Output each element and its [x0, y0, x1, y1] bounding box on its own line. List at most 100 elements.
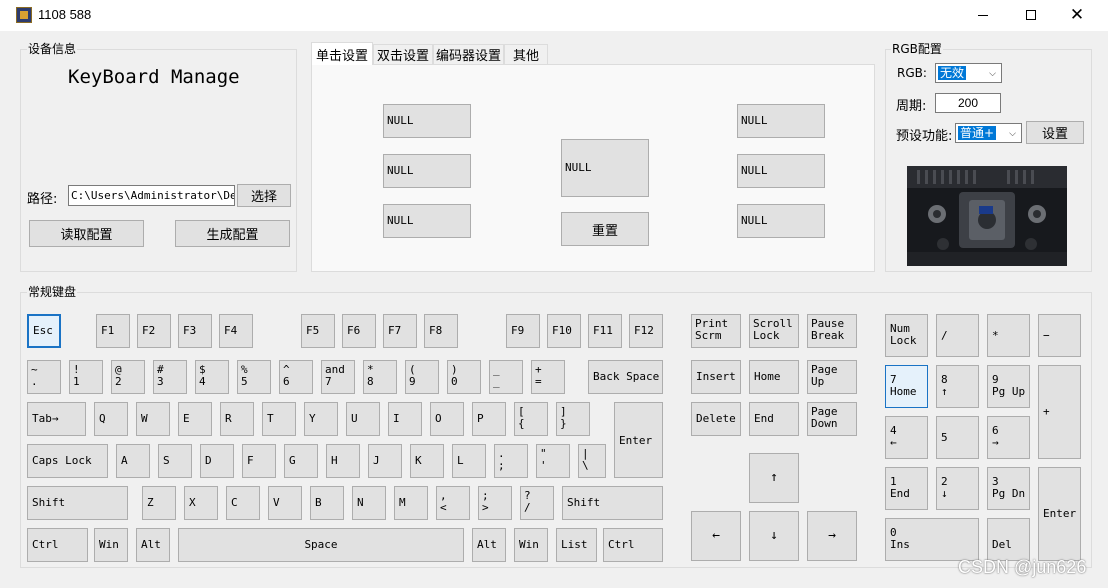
key-num-enter[interactable]: Enter [1038, 467, 1081, 561]
key-f11[interactable]: F11 [588, 314, 622, 348]
key-2[interactable]: @ 2 [111, 360, 145, 394]
key-list[interactable]: List [556, 528, 597, 562]
key-3[interactable]: # 3 [153, 360, 187, 394]
key-7[interactable]: and 7 [321, 360, 355, 394]
key-y[interactable]: Y [304, 402, 338, 436]
key-num-1[interactable]: 1 End [885, 467, 928, 510]
key-tab[interactable]: Tab→ [27, 402, 86, 436]
key-num-8[interactable]: 8 ↑ [936, 365, 979, 408]
key-arrow-up[interactable]: ↑ [749, 453, 799, 503]
key-home[interactable]: Home [749, 360, 799, 394]
key-j[interactable]: J [368, 444, 402, 478]
key-f7[interactable]: F7 [383, 314, 417, 348]
macro-slot-right-1[interactable]: NULL [737, 104, 825, 138]
key-left-shift[interactable]: Shift [27, 486, 128, 520]
key-b[interactable]: B [310, 486, 344, 520]
key-comma[interactable]: , < [436, 486, 470, 520]
tab-other[interactable]: 其他 [504, 44, 548, 64]
key-num-6[interactable]: 6 → [987, 416, 1030, 459]
key-slash[interactable]: ? / [520, 486, 554, 520]
key-page-up[interactable]: Page Up [807, 360, 857, 394]
key-arrow-left[interactable]: ← [691, 511, 741, 561]
key-4[interactable]: $ 4 [195, 360, 229, 394]
key-right-win[interactable]: Win [514, 528, 548, 562]
read-config-button[interactable]: 读取配置 [29, 220, 144, 247]
key-left-ctrl[interactable]: Ctrl [27, 528, 88, 562]
key-k[interactable]: K [410, 444, 444, 478]
key-num-lock[interactable]: Num Lock [885, 314, 928, 357]
key-a[interactable]: A [116, 444, 150, 478]
key-backslash[interactable]: | \ [578, 444, 606, 478]
reset-button[interactable]: 重置 [561, 212, 649, 246]
macro-slot-right-2[interactable]: NULL [737, 154, 825, 188]
key-esc[interactable]: Esc [27, 314, 61, 348]
key-d[interactable]: D [200, 444, 234, 478]
browse-button[interactable]: 选择 [237, 184, 291, 207]
key-8[interactable]: * 8 [363, 360, 397, 394]
key-f[interactable]: F [242, 444, 276, 478]
macro-slot-left-1[interactable]: NULL [383, 104, 471, 138]
path-field[interactable]: C:\Users\Administrator\Desk [68, 185, 235, 206]
key-period[interactable]: ; > [478, 486, 512, 520]
key-9[interactable]: ( 9 [405, 360, 439, 394]
key-enter[interactable]: Enter [614, 402, 663, 478]
key-r[interactable]: R [220, 402, 254, 436]
close-button[interactable]: ✕ [1054, 0, 1100, 30]
key-f4[interactable]: F4 [219, 314, 253, 348]
key-page-down[interactable]: Page Down [807, 402, 857, 436]
key-f8[interactable]: F8 [424, 314, 458, 348]
key-rbracket[interactable]: ] } [556, 402, 590, 436]
key-num-3[interactable]: 3 Pg Dn [987, 467, 1030, 510]
key-w[interactable]: W [136, 402, 170, 436]
key-num-0[interactable]: 0 Ins [885, 518, 979, 561]
key-v[interactable]: V [268, 486, 302, 520]
tab-encoder[interactable]: 编码器设置 [433, 44, 504, 64]
apply-rgb-button[interactable]: 设置 [1026, 121, 1084, 144]
generate-config-button[interactable]: 生成配置 [175, 220, 290, 247]
key-num-5[interactable]: 5 [936, 416, 979, 459]
key-f12[interactable]: F12 [629, 314, 663, 348]
key-arrow-right[interactable]: → [807, 511, 857, 561]
key-s[interactable]: S [158, 444, 192, 478]
key-equals[interactable]: + = [531, 360, 565, 394]
key-num-subtract[interactable]: − [1038, 314, 1081, 357]
key-t[interactable]: T [262, 402, 296, 436]
key-o[interactable]: O [430, 402, 464, 436]
key-print-screen[interactable]: Print Scrm [691, 314, 741, 348]
key-6[interactable]: ^ 6 [279, 360, 313, 394]
key-right-alt[interactable]: Alt [472, 528, 506, 562]
period-input[interactable]: 200 [935, 93, 1001, 113]
key-e[interactable]: E [178, 402, 212, 436]
key-c[interactable]: C [226, 486, 260, 520]
key-num-2[interactable]: 2 ↓ [936, 467, 979, 510]
macro-slot-left-2[interactable]: NULL [383, 154, 471, 188]
key-f1[interactable]: F1 [96, 314, 130, 348]
key-num-divide[interactable]: / [936, 314, 979, 357]
key-m[interactable]: M [394, 486, 428, 520]
key-z[interactable]: Z [142, 486, 176, 520]
preset-select[interactable]: 普通+ ⌵ [955, 123, 1022, 143]
key-caps-lock[interactable]: Caps Lock [27, 444, 108, 478]
key-u[interactable]: U [346, 402, 380, 436]
key-semicolon[interactable]: . ; [494, 444, 528, 478]
tab-single-click[interactable]: 单击设置 [311, 42, 373, 65]
tab-double-click[interactable]: 双击设置 [373, 44, 433, 64]
key-q[interactable]: Q [94, 402, 128, 436]
key-right-shift[interactable]: Shift [562, 486, 663, 520]
key-num-9[interactable]: 9 Pg Up [987, 365, 1030, 408]
key-1[interactable]: ! 1 [69, 360, 103, 394]
key-5[interactable]: % 5 [237, 360, 271, 394]
key-backspace[interactable]: Back Space [588, 360, 663, 394]
key-g[interactable]: G [284, 444, 318, 478]
key-quote[interactable]: " ' [536, 444, 570, 478]
key-space[interactable]: Space [178, 528, 464, 562]
key-x[interactable]: X [184, 486, 218, 520]
key-num-4[interactable]: 4 ← [885, 416, 928, 459]
key-left-alt[interactable]: Alt [136, 528, 170, 562]
key-num-multiply[interactable]: * [987, 314, 1030, 357]
key-left-win[interactable]: Win [94, 528, 128, 562]
key-minus[interactable]: _ _ [489, 360, 523, 394]
key-pause-break[interactable]: Pause Break [807, 314, 857, 348]
key-l[interactable]: L [452, 444, 486, 478]
key-f9[interactable]: F9 [506, 314, 540, 348]
